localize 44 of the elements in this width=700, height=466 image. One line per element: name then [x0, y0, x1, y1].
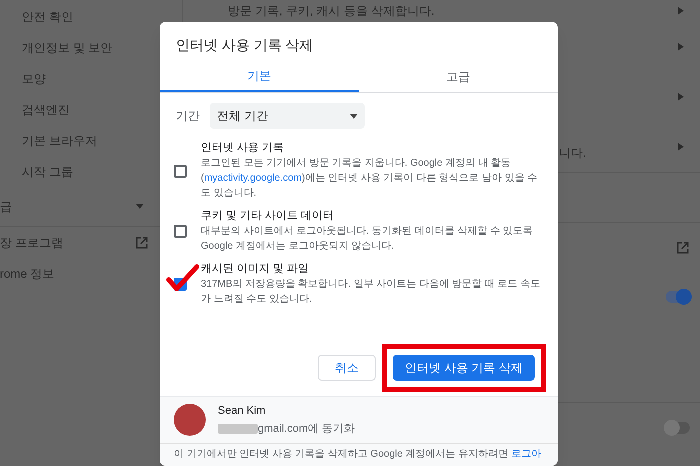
toggle-switch[interactable]: [666, 291, 690, 303]
sidebar-section[interactable]: 급: [0, 198, 12, 216]
avatar: [174, 404, 206, 436]
sidebar-item[interactable]: 기본 브라우저: [22, 132, 98, 150]
option-title: 쿠키 및 기타 사이트 데이터: [201, 209, 336, 224]
checkbox[interactable]: [174, 225, 187, 238]
dialog-title: 인터넷 사용 기록 삭제: [176, 37, 314, 53]
option-title: 인터넷 사용 기록: [201, 141, 286, 156]
caret-icon[interactable]: [136, 204, 144, 209]
option-description: 로그인된 모든 기기에서 방문 기록을 지웁니다. Google 계정의 내 활동 (myactivity.google.com)에는 인터넷 사용 기록이 다른 형식으로 남아 있을 수도 있습니다.: [201, 157, 539, 201]
sidebar-item[interactable]: 모양: [22, 70, 46, 88]
period-dropdown[interactable]: 전체 기간: [210, 103, 365, 129]
blurred-email: [218, 424, 258, 434]
sidebar-item[interactable]: 안전 확인: [22, 8, 74, 26]
external-link-icon[interactable]: [676, 240, 690, 254]
cancel-button[interactable]: 취소: [318, 355, 376, 381]
sidebar-item[interactable]: rome 정보: [0, 264, 55, 282]
arrow-right-icon[interactable]: [678, 93, 684, 101]
sidebar-item[interactable]: 장 프로그램: [0, 234, 64, 252]
tab[interactable]: 기본: [160, 62, 359, 92]
external-link-icon[interactable]: [135, 236, 149, 250]
arrow-right-icon[interactable]: [678, 143, 684, 151]
settings-text: 니다.: [559, 145, 586, 162]
arrow-right-icon[interactable]: [678, 7, 684, 15]
settings-text: 방문 기록, 쿠키, 캐시 등을 삭제합니다.: [228, 3, 435, 20]
option-description: 317MB의 저장용량을 확보합니다. 일부 사이트는 다음에 방문할 때 로드 속도가 느려질 수도 있습니다.: [201, 278, 542, 307]
activity-link[interactable]: myactivity.google.com: [204, 173, 302, 184]
option-description: 대부분의 사이트에서 로그아웃됩니다. 동기화된 데이터를 삭제할 수 있도록 Google 계정에서는 로그아웃되지 않습니다.: [201, 225, 534, 254]
account-name: Sean Kim: [218, 404, 267, 419]
clear-data-button[interactable]: 인터넷 사용 기록 삭제: [392, 355, 535, 381]
sync-status: gmail.com에 동기화: [258, 422, 356, 437]
sidebar-item[interactable]: 검색엔진: [22, 100, 70, 118]
checkbox[interactable]: [174, 164, 187, 178]
footer-text: 이 기기에서만 인터넷 사용 기록을 삭제하고 Google 계정에서는 유지하려면 로그아: [174, 449, 542, 460]
arrow-right-icon[interactable]: [678, 43, 684, 51]
checkmark-annotation-overlay: [166, 264, 200, 294]
logout-link[interactable]: 로그아: [511, 449, 542, 460]
caret-icon: [350, 114, 358, 118]
sidebar-item[interactable]: 시작 그룹: [22, 162, 74, 180]
tab[interactable]: 고급: [359, 62, 558, 92]
period-label: 기간: [176, 108, 200, 125]
option-title: 캐시된 이미지 및 파일: [201, 262, 310, 277]
toggle-switch[interactable]: [666, 422, 690, 434]
sidebar-item[interactable]: 개인정보 및 보안: [22, 38, 113, 56]
